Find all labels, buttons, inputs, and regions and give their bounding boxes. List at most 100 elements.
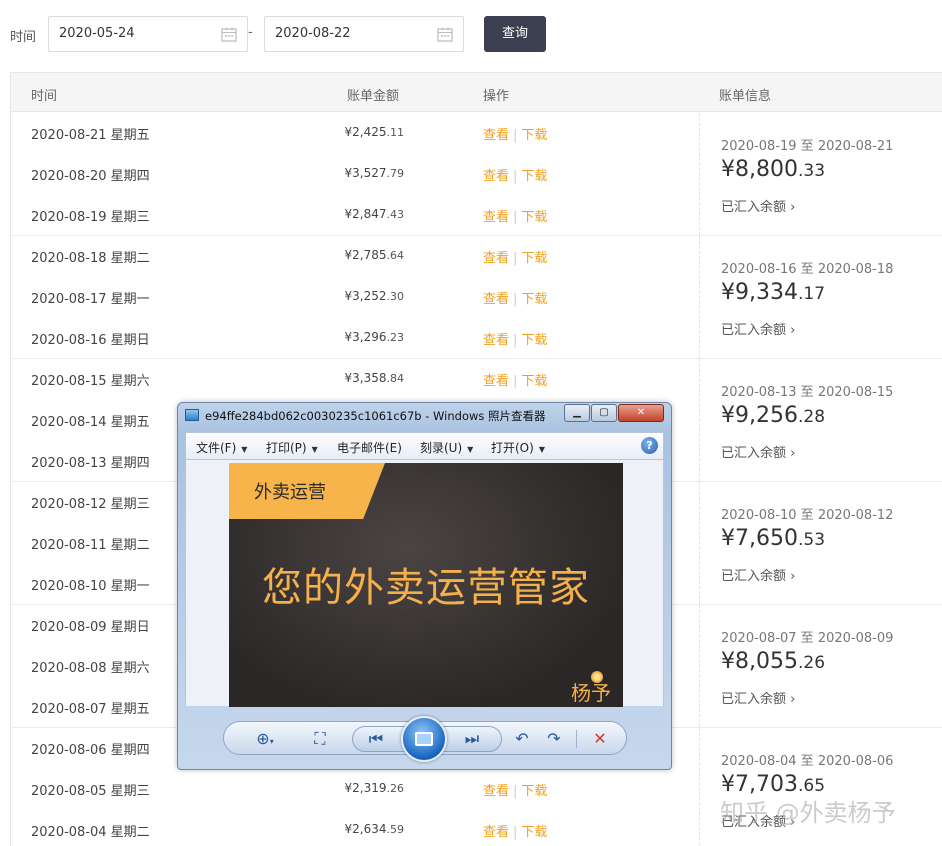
- view-link[interactable]: 查看: [483, 128, 509, 143]
- menu-burn[interactable]: 刻录(U) ▼: [420, 439, 473, 456]
- help-icon[interactable]: ?: [641, 437, 658, 454]
- row-date: 2020-08-14 星期五: [31, 415, 150, 430]
- table-row: 2020-08-19 星期三 ¥2,847.43 查看 | 下载: [11, 195, 699, 236]
- query-button[interactable]: 查询: [484, 16, 546, 52]
- next-icon[interactable]: ⏭: [462, 729, 482, 749]
- caret-down-icon: ▼: [241, 445, 248, 454]
- download-link[interactable]: 下载: [521, 784, 547, 799]
- row-amount: ¥3,358.84: [344, 371, 405, 385]
- photo-viewer-app-icon: [185, 409, 199, 421]
- ops-separator: |: [513, 251, 518, 266]
- balance-status-link[interactable]: 已汇入余额 ›: [721, 196, 795, 215]
- start-date-input[interactable]: 2020-05-24: [48, 16, 248, 52]
- row-operations: 查看 |下载: [483, 124, 547, 143]
- balance-status-link[interactable]: 已汇入余额 ›: [721, 688, 795, 707]
- bill-info: 2020-08-13 至 2020-08-15 ¥9,256.28 已汇入余额 ›: [699, 359, 942, 481]
- table-row: 2020-08-16 星期日 ¥3,296.23 查看 | 下载: [11, 318, 699, 359]
- view-link[interactable]: 查看: [483, 825, 509, 840]
- bill-range: 2020-08-19 至 2020-08-21: [721, 139, 894, 154]
- download-link[interactable]: 下载: [521, 374, 547, 389]
- table-row: 2020-08-20 星期四 ¥3,527.79 查看 | 下载: [11, 154, 699, 195]
- balance-status-link[interactable]: 已汇入余额 ›: [721, 442, 795, 461]
- view-link[interactable]: 查看: [483, 292, 509, 307]
- menu-open[interactable]: 打开(O) ▼: [491, 439, 545, 456]
- view-link[interactable]: 查看: [483, 251, 509, 266]
- row-date: 2020-08-21 星期五: [31, 128, 150, 143]
- row-date: 2020-08-09 星期日: [31, 620, 150, 635]
- ops-separator: |: [513, 825, 518, 840]
- download-link[interactable]: 下载: [521, 251, 547, 266]
- end-date-value: 2020-08-22: [275, 26, 351, 41]
- slideshow-icon[interactable]: [401, 716, 447, 762]
- header-time: 时间: [31, 89, 58, 104]
- view-link[interactable]: 查看: [483, 374, 509, 389]
- view-link[interactable]: 查看: [483, 169, 509, 184]
- row-operations: 查看 |下载: [483, 780, 547, 799]
- previous-icon[interactable]: ⏮: [366, 729, 386, 749]
- row-date: 2020-08-07 星期五: [31, 702, 150, 717]
- calendar-icon[interactable]: [437, 27, 453, 42]
- maximize-icon[interactable]: ▢: [591, 404, 617, 422]
- table-row: 2020-08-04 星期二 ¥2,634.59 查看 | 下载: [11, 810, 699, 846]
- balance-status-link[interactable]: 已汇入余额 ›: [721, 319, 795, 338]
- row-date: 2020-08-20 星期四: [31, 169, 150, 184]
- row-amount: ¥2,785.64: [344, 248, 405, 262]
- fit-window-icon[interactable]: ⛶: [310, 729, 330, 749]
- viewer-menubar: 文件(F) ▼ 打印(P) ▼ 电子邮件(E) 刻录(U) ▼ 打开(O) ▼ ?: [185, 432, 664, 460]
- row-operations: 查看 |下载: [483, 206, 547, 225]
- photo-tag-text: 外卖运营: [254, 482, 326, 503]
- caret-down-icon: ▼: [538, 445, 545, 454]
- menu-email[interactable]: 电子邮件(E): [337, 439, 402, 456]
- bill-range: 2020-08-07 至 2020-08-09: [721, 631, 894, 646]
- photo-headline: 您的外卖运营管家: [262, 565, 590, 611]
- table-row: 2020-08-18 星期二 ¥2,785.64 查看 | 下载: [11, 236, 699, 277]
- balance-status-link[interactable]: 已汇入余额 ›: [721, 565, 795, 584]
- menu-print[interactable]: 打印(P) ▼: [266, 439, 318, 456]
- photo-signature: 杨予: [571, 681, 611, 705]
- row-amount: ¥2,847.43: [344, 207, 405, 221]
- time-label: 时间: [10, 30, 37, 45]
- delete-icon[interactable]: ✕: [590, 729, 610, 749]
- zoom-icon[interactable]: ⊕▾: [250, 729, 280, 749]
- rotate-counterclockwise-icon[interactable]: ↶: [512, 729, 532, 749]
- image-viewport: 外卖运营 您的外卖运营管家 杨予: [185, 460, 664, 707]
- bill-total: ¥7,650.53: [721, 526, 826, 551]
- close-icon[interactable]: ✕: [618, 404, 664, 422]
- row-amount: ¥2,319.26: [344, 781, 405, 795]
- bill-group: 2020-08-18 星期二 ¥2,785.64 查看 | 下载 2020-08-17 星…: [11, 236, 942, 359]
- row-operations: 查看 |下载: [483, 329, 547, 348]
- rotate-clockwise-icon[interactable]: ↷: [544, 729, 564, 749]
- start-date-value: 2020-05-24: [59, 26, 135, 41]
- minimize-icon[interactable]: ▁: [564, 404, 590, 422]
- ops-separator: |: [513, 333, 518, 348]
- download-link[interactable]: 下载: [521, 169, 547, 184]
- bill-info: 2020-08-10 至 2020-08-12 ¥7,650.53 已汇入余额 ›: [699, 482, 942, 604]
- table-row: 2020-08-17 星期一 ¥3,252.30 查看 | 下载: [11, 277, 699, 318]
- row-date: 2020-08-13 星期四: [31, 456, 150, 471]
- download-link[interactable]: 下载: [521, 825, 547, 840]
- row-date: 2020-08-05 星期三: [31, 784, 150, 799]
- view-link[interactable]: 查看: [483, 333, 509, 348]
- window-title: e94ffe284bd062c0030235c1061c67b - Window…: [205, 409, 546, 423]
- photo-viewer-window: e94ffe284bd062c0030235c1061c67b - Window…: [177, 402, 672, 770]
- window-titlebar[interactable]: e94ffe284bd062c0030235c1061c67b - Window…: [178, 403, 671, 427]
- row-operations: 查看 |下载: [483, 247, 547, 266]
- caret-down-icon: ▼: [311, 445, 318, 454]
- download-link[interactable]: 下载: [521, 128, 547, 143]
- row-date: 2020-08-17 星期一: [31, 292, 150, 307]
- download-link[interactable]: 下载: [521, 210, 547, 225]
- menu-file[interactable]: 文件(F) ▼: [196, 439, 247, 456]
- table-row: 2020-08-21 星期五 ¥2,425.11 查看 | 下载: [11, 113, 699, 154]
- viewer-controls: ⊕▾ ⛶ ⏮ ⏭ ↶ ↷ ✕: [223, 716, 627, 762]
- view-link[interactable]: 查看: [483, 784, 509, 799]
- end-date-input[interactable]: 2020-08-22: [264, 16, 464, 52]
- bill-total: ¥9,256.28: [721, 403, 826, 428]
- header-info: 账单信息: [719, 89, 772, 104]
- calendar-icon[interactable]: [221, 27, 237, 42]
- ops-separator: |: [513, 292, 518, 307]
- row-date: 2020-08-11 星期二: [31, 538, 150, 553]
- download-link[interactable]: 下载: [521, 292, 547, 307]
- bill-info: 2020-08-07 至 2020-08-09 ¥8,055.26 已汇入余额 ›: [699, 605, 942, 727]
- download-link[interactable]: 下载: [521, 333, 547, 348]
- view-link[interactable]: 查看: [483, 210, 509, 225]
